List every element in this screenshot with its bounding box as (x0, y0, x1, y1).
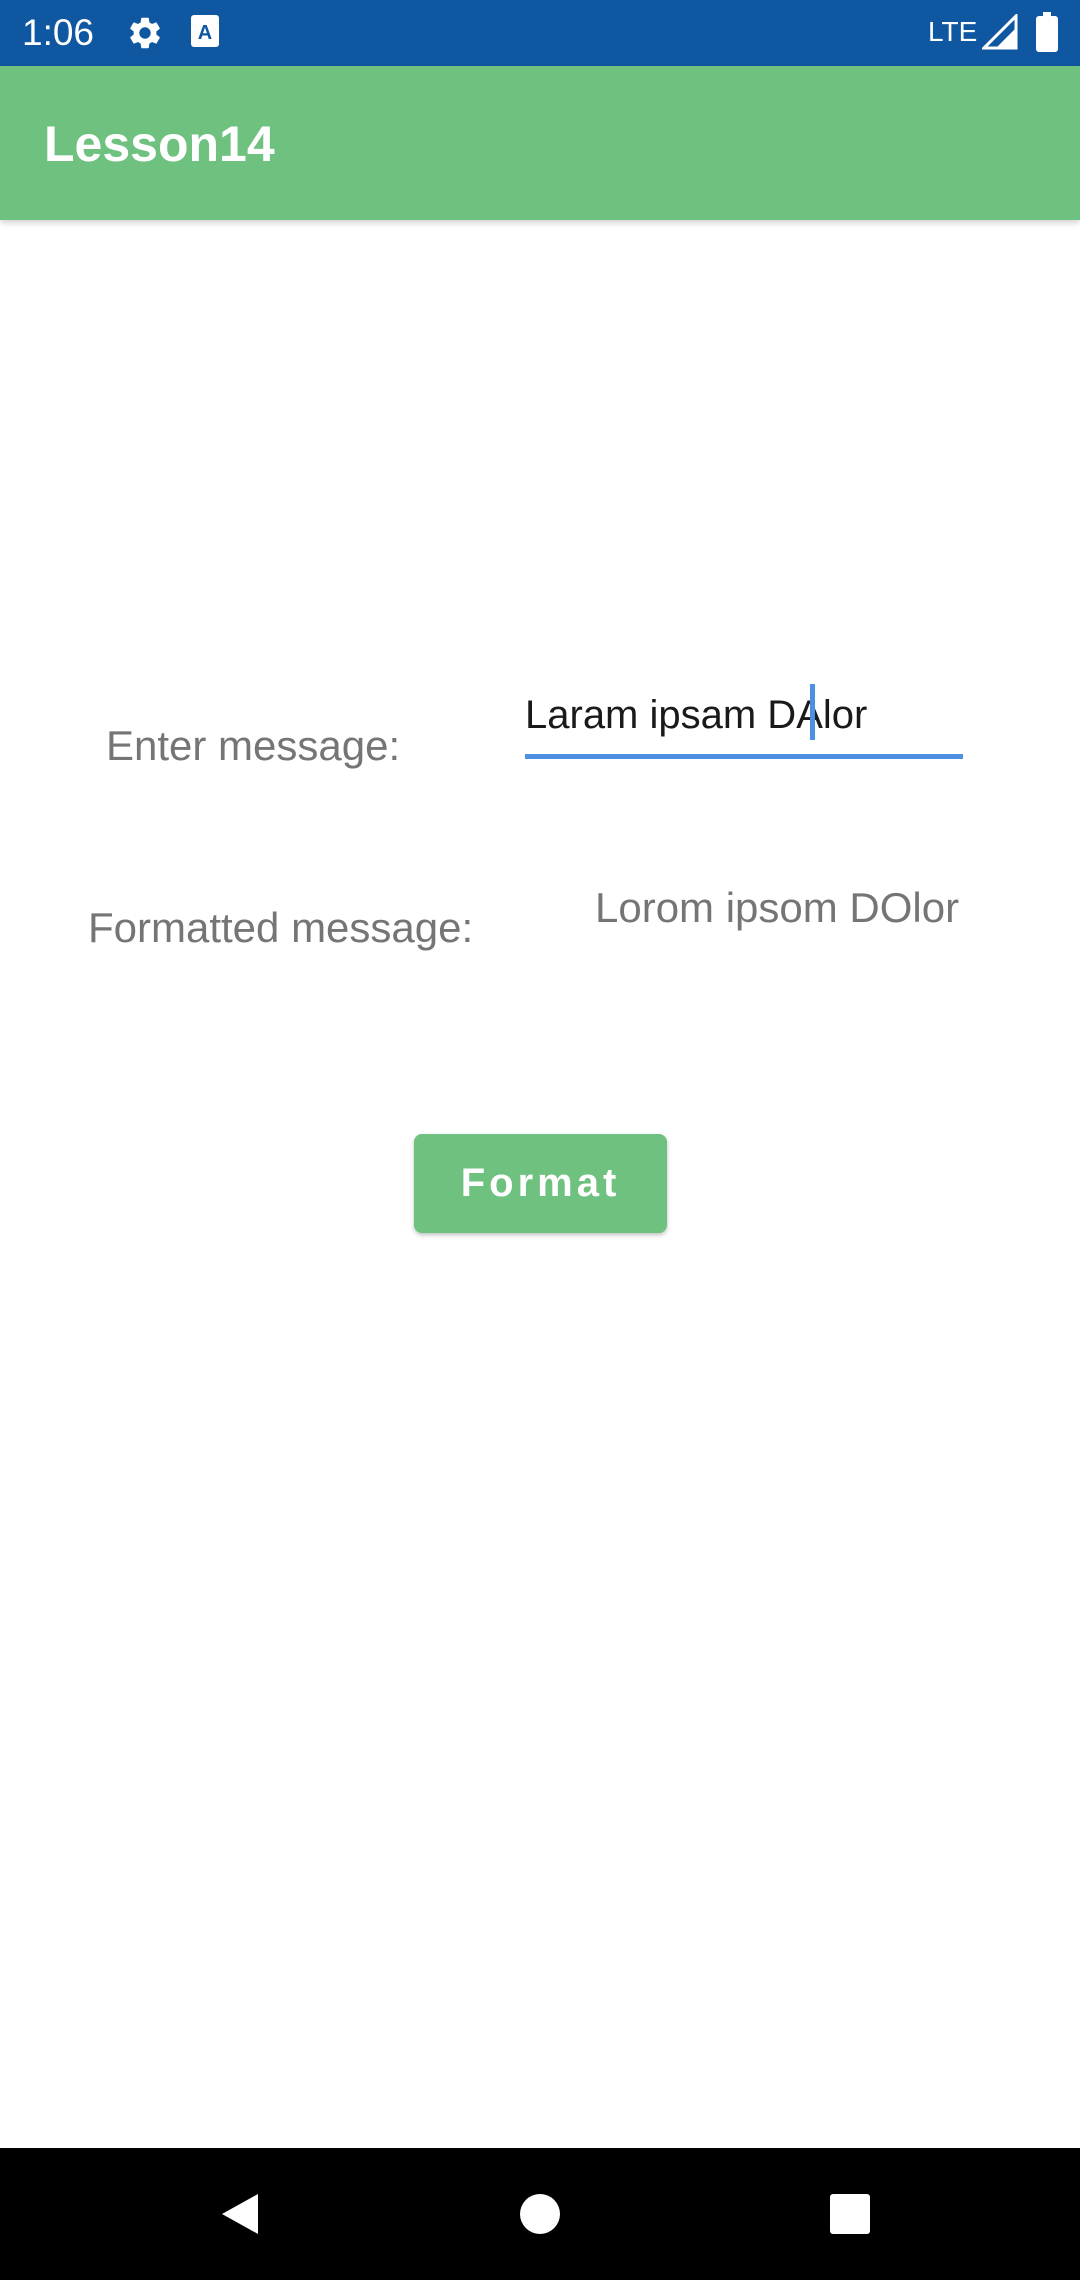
battery-icon (1036, 12, 1058, 57)
app-title: Lesson14 (44, 116, 275, 172)
recents-icon[interactable] (810, 2174, 890, 2254)
input-underline (525, 754, 963, 759)
gear-icon (126, 14, 164, 57)
message-input[interactable] (525, 680, 963, 750)
screen: 1:06 A LTE Lesson14 Enter message: Laram… (0, 0, 1080, 2280)
home-icon[interactable] (500, 2174, 580, 2254)
format-button[interactable]: Format (414, 1134, 667, 1233)
signal-icon (980, 12, 1018, 55)
status-time: 1:06 (22, 12, 95, 53)
text-a-icon: A (190, 14, 220, 53)
formatted-message-value: Lorom ipsom DOlor (595, 884, 960, 931)
navigation-bar (0, 2148, 1080, 2280)
app-bar: Lesson14 (0, 66, 1080, 220)
status-bar: 1:06 A LTE (0, 0, 1080, 66)
back-icon[interactable] (200, 2174, 280, 2254)
network-type: LTE (928, 16, 978, 47)
message-input-container[interactable] (525, 680, 963, 760)
svg-text:A: A (198, 22, 212, 44)
formatted-message-label: Formatted message: (88, 904, 474, 951)
text-cursor (810, 684, 815, 740)
enter-message-label: Enter message: (106, 722, 401, 769)
